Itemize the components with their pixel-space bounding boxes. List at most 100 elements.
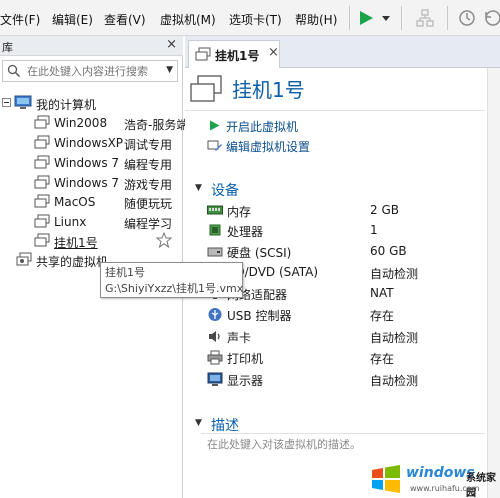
device-row-usb[interactable]: USB 控制器 存在 xyxy=(207,305,477,325)
close-library-icon[interactable]: × xyxy=(166,37,177,52)
divider xyxy=(185,110,485,111)
vm-name: MacOS xyxy=(54,195,96,209)
device-row-cd[interactable]: CD/DVD (SATA) 自动检测 xyxy=(207,263,477,283)
watermark-brand: windows xyxy=(406,465,475,481)
menu-tabs[interactable]: 选项卡(T) xyxy=(229,11,282,28)
vm-tooltip: 挂机1号 G:\ShiyiYxzz\挂机1号.vmx xyxy=(100,262,243,298)
power-on-label: 开启此虚拟机 xyxy=(226,120,299,134)
device-row-network[interactable]: 网络适配器 NAT xyxy=(207,284,477,304)
device-value: NAT xyxy=(370,286,394,300)
tree-item-vm[interactable]: Liunx 编程学习 xyxy=(0,212,183,232)
vm-title: 挂机1号 xyxy=(232,78,305,102)
vm-name: Liunx xyxy=(54,215,87,229)
vm-desc: 游戏专用 xyxy=(124,178,173,192)
play-icon xyxy=(210,120,220,131)
device-value: 1 xyxy=(370,223,378,237)
network-toolbar-button[interactable] xyxy=(412,4,438,32)
edit-settings-label: 编辑虚拟机设置 xyxy=(226,140,311,154)
vm-name: Windows 7 xyxy=(54,176,120,190)
description-field[interactable]: 在此处键入对该虚拟机的描述。 xyxy=(207,436,361,452)
search-dropdown-icon[interactable]: ▼ xyxy=(166,65,173,75)
tree-item-vm[interactable]: Windows 7 游戏专用 xyxy=(0,173,183,193)
memory-icon xyxy=(207,205,223,215)
device-value: 60 GB xyxy=(370,244,407,258)
device-value: 自动检测 xyxy=(370,267,419,281)
vm-icon xyxy=(34,155,50,169)
tree-item-vm[interactable]: MacOS 随便玩玩 xyxy=(0,192,183,212)
menu-vm[interactable]: 虚拟机(M) xyxy=(160,11,216,28)
device-row-printer[interactable]: 打印机 存在 xyxy=(207,348,477,368)
tree-item-my-computer[interactable]: 我的计算机 xyxy=(0,93,183,113)
toolbar-separator xyxy=(401,6,402,30)
close-tab-icon[interactable]: × xyxy=(268,45,279,60)
tab-bar: 挂机1号 × xyxy=(185,36,500,68)
power-dropdown-button[interactable] xyxy=(379,4,393,32)
revert-snapshot-button[interactable] xyxy=(483,4,500,32)
device-name: 显示器 xyxy=(227,374,264,388)
tooltip-path: G:\ShiyiYxzz\挂机1号.vmx xyxy=(105,282,244,295)
vm-desc: 调试专用 xyxy=(124,138,173,152)
play-icon xyxy=(360,11,373,25)
tree-item-vm-selected[interactable]: 挂机1号 xyxy=(0,231,183,251)
devices-header: 设备 xyxy=(211,183,239,199)
tree-item-vm[interactable]: Win2008 浩奇-服务端 xyxy=(0,113,188,133)
network-tree-icon xyxy=(416,9,434,27)
computer-icon xyxy=(14,95,32,109)
scrollbar[interactable] xyxy=(487,68,500,498)
divider xyxy=(201,433,485,434)
vm-desc: 浩奇-服务端 xyxy=(124,118,189,132)
device-name: 声卡 xyxy=(227,331,252,345)
menu-edit[interactable]: 编辑(E) xyxy=(52,11,93,28)
vm-name: 挂机1号 xyxy=(54,236,98,250)
library-header: 库 × xyxy=(0,36,183,56)
tooltip-title: 挂机1号 xyxy=(105,266,145,279)
revert-snapshot-icon xyxy=(485,10,500,26)
toolbar-separator xyxy=(447,6,448,30)
device-row-memory[interactable]: 内存 2 GB xyxy=(207,201,477,221)
tab-vm[interactable]: 挂机1号 × xyxy=(188,40,280,68)
tree-item-vm[interactable]: Windows 7 编程专用 xyxy=(0,153,183,173)
collapse-icon[interactable] xyxy=(2,98,11,107)
tree-item-vm[interactable]: WindowsXP 调试专用 xyxy=(0,133,183,153)
menu-bar: 文件(F) 编辑(E) 查看(V) 虚拟机(M) 选项卡(T) 帮助(H) xyxy=(0,0,500,36)
vm-desc: 编程专用 xyxy=(124,158,173,172)
vm-name: Windows 7 xyxy=(54,156,120,170)
vm-large-icon xyxy=(190,75,222,102)
device-row-cpu[interactable]: 处理器 1 xyxy=(207,221,477,241)
windows-logo-icon xyxy=(372,465,400,493)
device-name: 打印机 xyxy=(227,352,264,366)
device-value: 自动检测 xyxy=(370,374,419,388)
vm-icon xyxy=(34,135,50,149)
tab-label: 挂机1号 xyxy=(215,49,260,63)
collapse-arrow-icon[interactable]: ▼ xyxy=(195,183,202,193)
collapse-arrow-icon[interactable]: ▼ xyxy=(195,418,202,428)
vm-icon xyxy=(34,175,50,189)
device-row-hdd[interactable]: 硬盘 (SCSI) 60 GB xyxy=(207,242,477,262)
vm-name: WindowsXP xyxy=(54,136,124,150)
library-search: ▼ xyxy=(2,60,178,82)
library-title: 库 xyxy=(2,41,13,54)
usb-icon xyxy=(208,308,222,321)
power-on-button[interactable] xyxy=(355,4,377,32)
menu-view[interactable]: 查看(V) xyxy=(104,11,146,28)
chevron-down-icon xyxy=(382,16,390,21)
device-name: 硬盘 (SCSI) xyxy=(227,246,292,260)
device-row-display[interactable]: 显示器 自动检测 xyxy=(207,370,477,390)
device-value: 存在 xyxy=(370,309,395,323)
device-row-sound[interactable]: 声卡 自动检测 xyxy=(207,327,477,347)
snapshot-button[interactable] xyxy=(455,4,479,32)
sound-icon xyxy=(209,331,220,342)
vm-name: Win2008 xyxy=(54,116,108,130)
menu-help[interactable]: 帮助(H) xyxy=(295,11,337,28)
printer-icon xyxy=(207,350,223,365)
snapshot-clock-icon xyxy=(459,10,475,26)
shared-vms-label: 共享的虚拟机 xyxy=(36,255,109,269)
menu-file[interactable]: 文件(F) xyxy=(0,11,40,28)
vm-icon xyxy=(34,194,50,208)
vm-icon xyxy=(34,233,50,247)
search-icon xyxy=(7,64,21,78)
device-value: 自动检测 xyxy=(370,331,419,345)
shared-vm-icon xyxy=(16,252,32,266)
star-icon[interactable] xyxy=(156,232,172,248)
search-input[interactable] xyxy=(27,63,159,79)
